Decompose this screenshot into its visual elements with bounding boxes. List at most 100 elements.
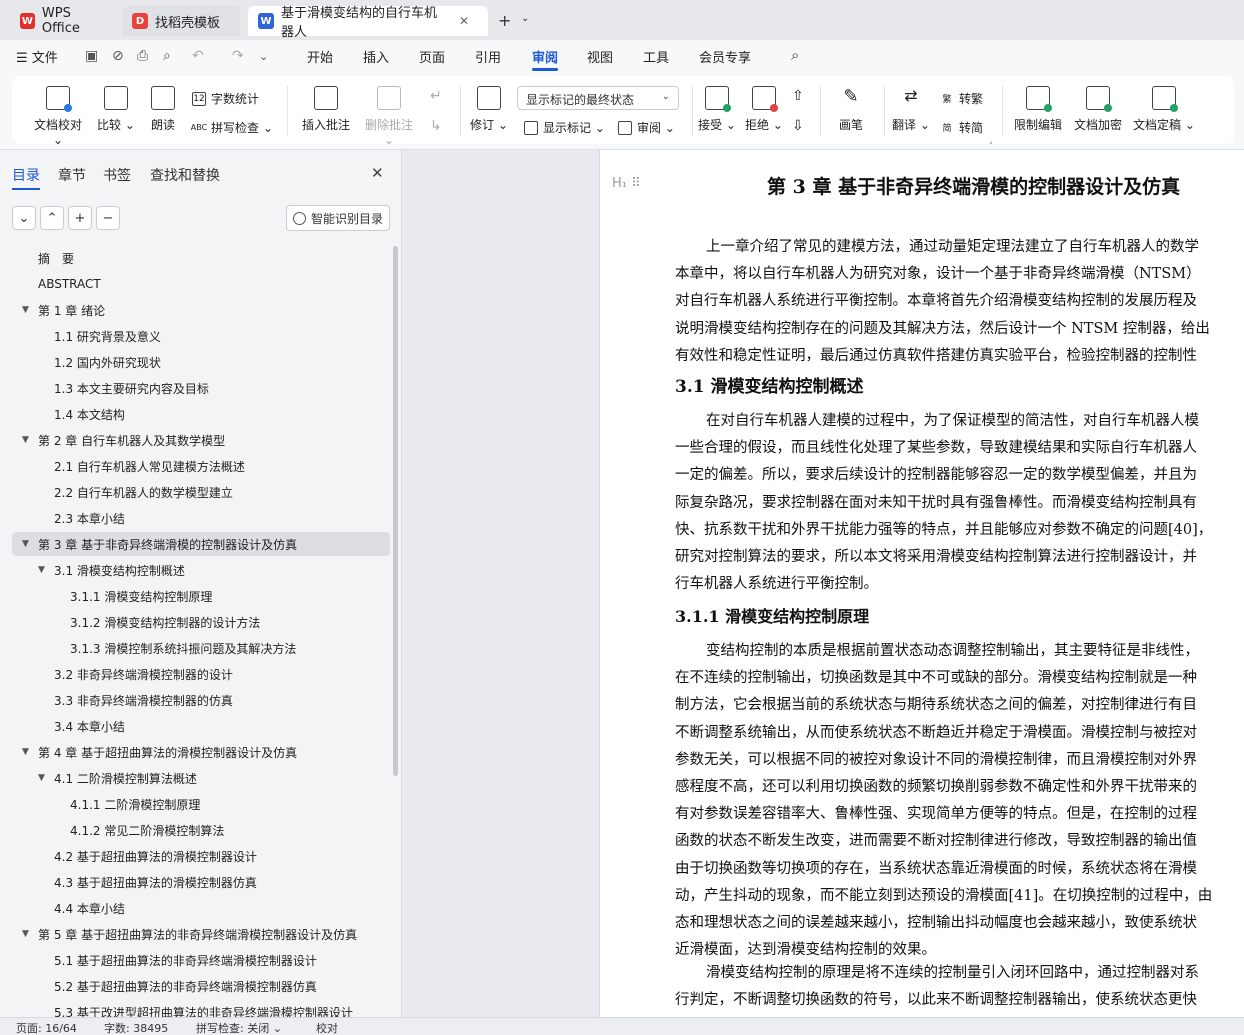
toc-item[interactable]: ▼ 第 2 章 自行车机器人及其数学模型 [12,428,390,452]
toc-item[interactable]: 4.1.2 常见二阶滑模控制算法 [12,818,390,842]
revise-button[interactable]: 修订 ⌄ [470,86,508,133]
toc-item[interactable]: 5.2 基于超扭曲算法的非奇异终端滑模控制器仿真 [12,974,390,998]
show-markup-button[interactable]: 显示标记 ⌄ [524,119,605,136]
toc-item[interactable]: 4.4 本章小结 [12,896,390,920]
toc-item[interactable]: 1.2 国内外研究现状 [12,350,390,374]
menu-member[interactable]: 会员专享 [699,47,751,66]
smart-toc-button[interactable]: 智能识别目录 [286,205,390,231]
expand-corner-icon[interactable]: ⌟ [989,136,993,145]
toc-item[interactable]: 3.1.2 滑模变结构控制器的设计方法 [12,610,390,634]
tab-wps-office[interactable]: W WPS Office [10,6,118,36]
chevron-down-icon[interactable]: ⌄ [259,50,268,63]
toc-item[interactable]: 2.2 自行车机器人的数学模型建立 [12,480,390,504]
toc-item[interactable]: 1.1 研究背景及意义 [12,324,390,348]
review-pane-button[interactable]: 审阅 ⌄ [618,119,675,136]
translate-button[interactable]: ⇄ 翻译 ⌄ [892,86,930,133]
close-icon[interactable]: ✕ [459,14,469,28]
expand-arrow-icon[interactable]: ▼ [38,565,45,575]
insert-comment-button[interactable]: 插入批注 [300,86,352,133]
link-icon[interactable]: ⊘ [112,48,124,64]
tab-docer[interactable]: D 找稻壳模板 [122,6,240,36]
toc-item[interactable]: 摘 要 [12,246,390,270]
toc-item[interactable]: 3.1.1 滑模变结构控制原理 [12,584,390,608]
encrypt-button[interactable]: 文档加密 [1072,86,1124,133]
menu-home[interactable]: 开始 [307,47,333,66]
close-icon[interactable]: ✕ [371,164,384,182]
tab-bookmarks[interactable]: 书签 [103,165,131,185]
menu-view[interactable]: 视图 [587,47,613,66]
toc-item[interactable]: 2.1 自行车机器人常见建模方法概述 [12,454,390,478]
new-tab-plus-icon[interactable]: + [498,11,511,30]
toc-item[interactable]: 4.1.1 二阶滑模控制原理 [12,792,390,816]
spell-check-status[interactable]: 拼写检查: 关闭 ⌄ [196,1020,282,1035]
toc-item[interactable]: 4.2 基于超扭曲算法的滑模控制器设计 [12,844,390,868]
to-simplified-button[interactable]: 简转简 [940,119,983,136]
expand-arrow-icon[interactable]: ▼ [38,773,45,783]
restrict-edit-button[interactable]: 限制编辑 [1012,86,1064,133]
reject-button[interactable]: 拒绝 ⌄ [745,86,783,133]
pen-button[interactable]: ✎ 画笔 [834,86,868,133]
tab-document[interactable]: W 基于滑模变结构的自行车机器人 ✕ [248,6,488,40]
toc-item[interactable]: 1.4 本文结构 [12,402,390,426]
read-aloud-button[interactable]: 朗读 [148,86,178,133]
toc-item[interactable]: ▼ 3.1 滑模变结构控制概述 [12,558,390,582]
save-icon[interactable]: ▣ [85,48,98,64]
compare-button[interactable]: 比较 ⌄ [96,86,136,133]
spell-check-button[interactable]: ABC 拼写检查 ⌄ [191,119,273,136]
expand-up-button[interactable]: ⌃ [40,206,64,230]
toc-item[interactable]: 2.3 本章小结 [12,506,390,530]
document-page[interactable]: H₁ ⠿ 第 3 章 基于非奇异终端滑模的控制器设计及仿真 上一章介绍了常见的建… [599,150,1244,1017]
proofread-status[interactable]: 校对 [316,1020,338,1035]
add-heading-button[interactable]: + [68,206,92,230]
toc-item[interactable]: ▼ 第 4 章 基于超扭曲算法的滑模控制器设计及仿真 [12,740,390,764]
file-menu[interactable]: ☰ 文件 [16,47,58,66]
expand-arrow-icon[interactable]: ▼ [22,539,29,549]
toc-item[interactable]: ABSTRACT [12,272,390,296]
doc-check-button[interactable]: 文档校对 ⌄ [28,86,88,147]
toc-item[interactable]: 3.3 非奇异终端滑模控制器的仿真 [12,688,390,712]
menu-page[interactable]: 页面 [419,47,445,66]
print-preview-icon[interactable]: ⌕ [163,48,171,64]
next-revision-icon[interactable]: ⇩ [792,118,804,134]
markup-state-select[interactable]: 显示标记的最终状态 ⌄ [517,86,679,110]
chevron-down-icon[interactable]: ⌄ [521,13,529,24]
expand-arrow-icon[interactable]: ▼ [22,305,29,315]
toc-item[interactable]: 4.3 基于超扭曲算法的滑模控制器仿真 [12,870,390,894]
expand-arrow-icon[interactable]: ▼ [22,747,29,757]
toc-item[interactable]: 3.2 非奇异终端滑模控制器的设计 [12,662,390,686]
previous-comment-icon[interactable]: ↵ [430,88,442,104]
finalize-button[interactable]: 文档定稿 ⌄ [1132,86,1196,133]
toc-item[interactable]: 1.3 本文主要研究内容及目标 [12,376,390,400]
word-count-indicator[interactable]: 字数: 38495 [104,1020,168,1035]
tab-toc[interactable]: 目录 [12,165,40,185]
print-icon[interactable]: ⎙ [137,48,148,64]
toc-scrollbar[interactable] [393,246,398,776]
toc-item[interactable]: 3.1.3 滑模控制系统抖振问题及其解决方法 [12,636,390,660]
toc-item[interactable]: ▼ 4.1 二阶滑模控制算法概述 [12,766,390,790]
menu-reference[interactable]: 引用 [475,47,501,66]
toc-item[interactable]: 3.4 本章小结 [12,714,390,738]
next-comment-icon[interactable]: ↳ [430,118,442,134]
search-icon[interactable]: ⌕ [791,46,799,64]
toc-item[interactable]: ▼ 第 1 章 绪论 [12,298,390,322]
page-indicator[interactable]: 页面: 16/64 [16,1020,77,1035]
heading-drag-handle-icon[interactable]: H₁ ⠿ [612,176,641,191]
remove-heading-button[interactable]: − [96,206,120,230]
delete-comment-button[interactable]: 删除批注 ⌄ [360,86,418,147]
word-count-button[interactable]: 12 字数统计 [192,90,259,107]
expand-arrow-icon[interactable]: ▼ [22,435,29,445]
menu-review[interactable]: 审阅 [532,47,558,66]
to-traditional-button[interactable]: 繁转繁 [940,90,983,107]
tab-find-replace[interactable]: 查找和替换 [150,165,220,185]
previous-revision-icon[interactable]: ⇧ [792,88,804,104]
redo-icon[interactable]: ↷ [232,48,244,64]
undo-icon[interactable]: ↶ [192,48,204,64]
toc-item[interactable]: 5.1 基于超扭曲算法的非奇异终端滑模控制器设计 [12,948,390,972]
collapse-button[interactable]: ⌄ [12,206,36,230]
toc-item[interactable]: ▼ 第 5 章 基于超扭曲算法的非奇异终端滑模控制器设计及仿真 [12,922,390,946]
menu-tools[interactable]: 工具 [643,47,669,66]
expand-arrow-icon[interactable]: ▼ [22,929,29,939]
accept-button[interactable]: 接受 ⌄ [698,86,736,133]
toc-item[interactable]: ▼ 第 3 章 基于非奇异终端滑模的控制器设计及仿真 [12,532,390,556]
menu-insert[interactable]: 插入 [363,47,389,66]
